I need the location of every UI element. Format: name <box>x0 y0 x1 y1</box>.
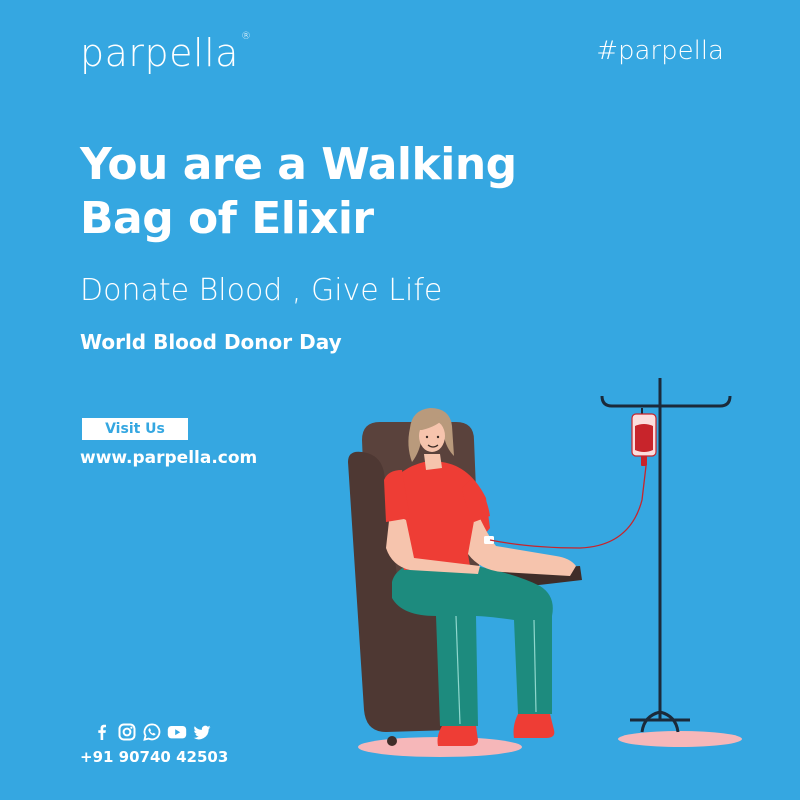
headline-line-1: You are a Walking <box>80 139 517 190</box>
headline: You are a Walking Bag of Elixir <box>80 138 640 246</box>
blood-donation-illustration <box>348 378 742 757</box>
chair-wheel-left <box>387 736 397 746</box>
iv-tube <box>489 465 647 549</box>
facebook-icon[interactable] <box>92 722 112 742</box>
hashtag: #parpella <box>596 36 724 66</box>
visit-us-button[interactable]: Visit Us <box>82 418 188 440</box>
stand-floor-shadow <box>618 731 742 747</box>
left-eye <box>425 435 429 439</box>
youtube-icon[interactable] <box>167 722 187 742</box>
phone-number: +91 90740 42503 <box>80 748 229 766</box>
right-shoe <box>513 714 555 738</box>
twitter-icon[interactable] <box>192 722 212 742</box>
blood-bag-fill <box>635 424 653 452</box>
subheadline: Donate Blood , Give Life <box>80 273 443 308</box>
brand-logo[interactable]: parpella ® <box>80 31 252 75</box>
registered-mark: ® <box>240 31 252 42</box>
website-link[interactable]: www.parpella.com <box>80 450 257 467</box>
neck <box>424 454 442 470</box>
poster: parpella ® #parpella You are a Walking Ba… <box>0 0 800 800</box>
instagram-icon[interactable] <box>117 722 137 742</box>
event-name: World Blood Donor Day <box>80 330 342 354</box>
iv-stand-hooks <box>600 395 732 408</box>
blood-bag-drip <box>641 456 647 466</box>
whatsapp-icon[interactable] <box>142 722 162 742</box>
right-eye <box>436 435 440 439</box>
brand-name: parpella <box>80 31 239 75</box>
social-icons <box>92 722 212 742</box>
headline-line-2: Bag of Elixir <box>80 193 374 244</box>
left-shoe <box>437 726 478 746</box>
